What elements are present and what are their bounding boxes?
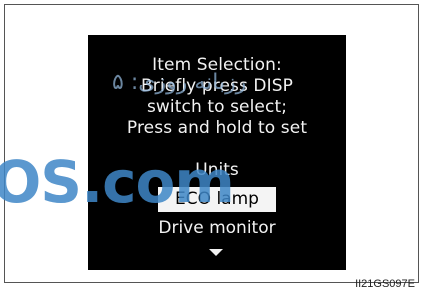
watermark-text: رزبانه روزی: ۵: [112, 70, 247, 95]
heading-line-3: switch to select;: [146, 97, 288, 117]
figure-code: II21GS097E: [355, 278, 415, 290]
menu-item-drive-monitor[interactable]: Drive monitor: [88, 218, 346, 238]
watermark-logo: OS.com: [0, 148, 235, 216]
triangle-down-icon: [209, 249, 223, 256]
heading-line-4: Press and hold to set: [126, 118, 308, 138]
